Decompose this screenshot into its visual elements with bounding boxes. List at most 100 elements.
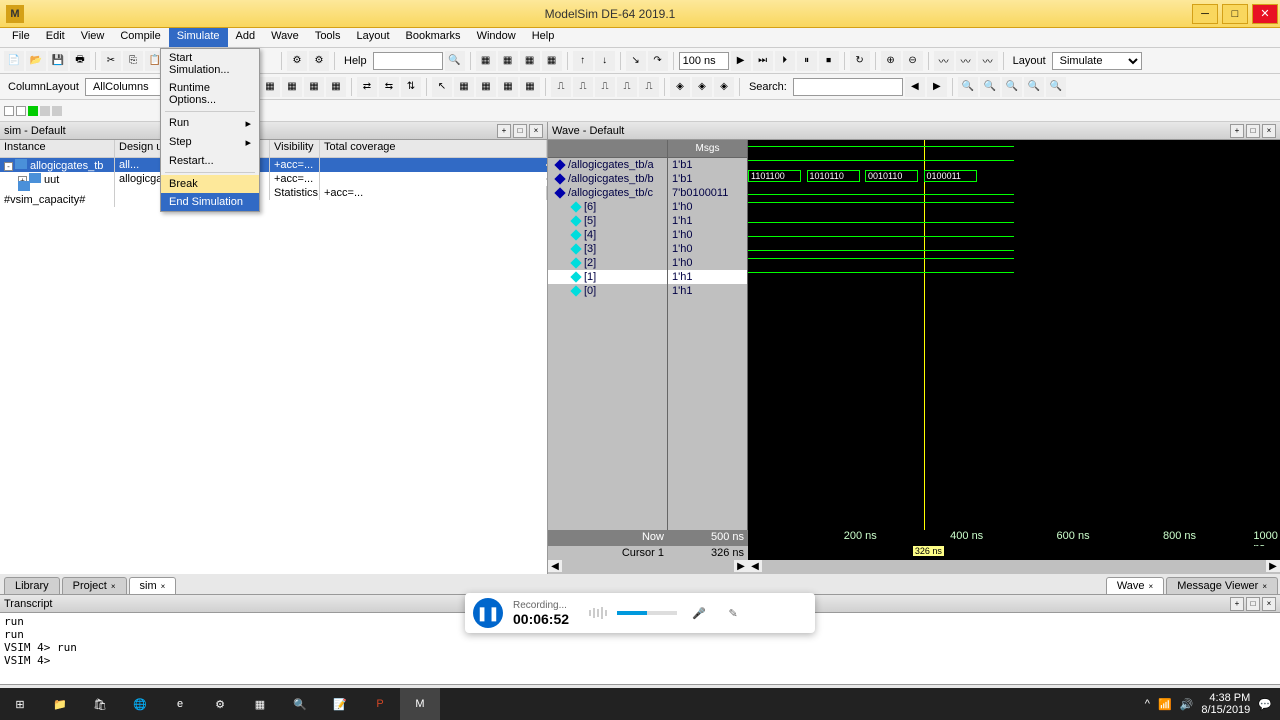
- wave-icon[interactable]: 〰: [956, 51, 976, 71]
- run-icon[interactable]: ▶: [731, 51, 751, 71]
- wave-plot-area[interactable]: 1101100101011000101100100011: [748, 140, 1280, 530]
- wave-signal-row[interactable]: [0]: [548, 284, 667, 298]
- cursor-marker[interactable]: 326 ns: [913, 546, 944, 556]
- sim-tree-row[interactable]: #vsim_capacity#CapacityStatistics+acc=..…: [0, 186, 547, 200]
- panel-max-icon[interactable]: □: [513, 124, 527, 138]
- menu-edit[interactable]: Edit: [38, 28, 73, 47]
- zoom-in-icon[interactable]: 🔍: [958, 77, 978, 97]
- panel-max-icon[interactable]: □: [1246, 124, 1260, 138]
- up-icon[interactable]: ↑: [573, 51, 593, 71]
- start-button[interactable]: ⊞: [0, 688, 40, 720]
- menu-break[interactable]: Break: [161, 175, 259, 193]
- close-button[interactable]: ✕: [1252, 4, 1278, 24]
- tray-up-icon[interactable]: ^: [1145, 698, 1150, 710]
- menu-add[interactable]: Add: [228, 28, 264, 47]
- wave-icon[interactable]: 〰: [934, 51, 954, 71]
- panel-dock-icon[interactable]: +: [1230, 124, 1244, 138]
- menu-layout[interactable]: Layout: [349, 28, 398, 47]
- modelsim-taskbar-icon[interactable]: M: [400, 688, 440, 720]
- panel-max-icon[interactable]: □: [1246, 597, 1260, 611]
- app-icon[interactable]: ▦: [240, 688, 280, 720]
- wave-signal-row[interactable]: [3]: [548, 242, 667, 256]
- settings-icon[interactable]: ⚙: [200, 688, 240, 720]
- menu-runtime-options[interactable]: Runtime Options...: [161, 79, 259, 109]
- step-over-icon[interactable]: ↷: [648, 51, 668, 71]
- menu-compile[interactable]: Compile: [112, 28, 168, 47]
- tb-icon[interactable]: [16, 106, 26, 116]
- search-next-icon[interactable]: ▶: [927, 77, 947, 97]
- menu-wave[interactable]: Wave: [263, 28, 307, 47]
- copy-icon[interactable]: ⎘: [123, 51, 143, 71]
- tb-icon[interactable]: ⎍: [573, 77, 593, 97]
- menu-start-simulation[interactable]: Start Simulation...: [161, 49, 259, 79]
- search-prev-icon[interactable]: ◀: [905, 77, 925, 97]
- zoom-cursor-icon[interactable]: 🔍: [1024, 77, 1044, 97]
- wave-icon[interactable]: 〰: [978, 51, 998, 71]
- tb-icon[interactable]: ⇆: [379, 77, 399, 97]
- zoom-icon[interactable]: 🔍: [1046, 77, 1066, 97]
- menu-run[interactable]: Run: [161, 114, 259, 133]
- tb-icon[interactable]: ◈: [692, 77, 712, 97]
- panel-close-icon[interactable]: ×: [1262, 124, 1276, 138]
- store-icon[interactable]: 🛍: [80, 688, 120, 720]
- menu-bookmarks[interactable]: Bookmarks: [398, 28, 469, 47]
- menu-step[interactable]: Step: [161, 133, 259, 152]
- powerpoint-icon[interactable]: P: [360, 688, 400, 720]
- stop-icon[interactable]: ⏹: [819, 51, 839, 71]
- microphone-icon[interactable]: 🎤: [687, 601, 711, 625]
- continue-icon[interactable]: ⏵: [775, 51, 795, 71]
- tb-icon[interactable]: ▦: [498, 51, 518, 71]
- col-total-coverage[interactable]: Total coverage: [320, 140, 547, 157]
- down-icon[interactable]: ↓: [595, 51, 615, 71]
- recording-slider[interactable]: [617, 611, 677, 615]
- print-icon[interactable]: 🖶: [70, 51, 90, 71]
- pointer-icon[interactable]: ↖: [432, 77, 452, 97]
- tb-icon[interactable]: ⎍: [551, 77, 571, 97]
- maximize-button[interactable]: □: [1222, 4, 1248, 24]
- scroll-left-icon[interactable]: ◀: [748, 560, 762, 572]
- tb-icon[interactable]: ⎍: [617, 77, 637, 97]
- zoom-out-icon[interactable]: 🔍: [980, 77, 1000, 97]
- edit-icon[interactable]: ✎: [721, 601, 745, 625]
- run-all-icon[interactable]: ⏭: [753, 51, 773, 71]
- col-visibility[interactable]: Visibility: [270, 140, 320, 157]
- tray-network-icon[interactable]: 📶: [1158, 698, 1172, 711]
- notifications-icon[interactable]: 💬: [1258, 698, 1272, 711]
- open-icon[interactable]: 📂: [26, 51, 46, 71]
- chrome-icon[interactable]: 🌐: [120, 688, 160, 720]
- tab-sim[interactable]: sim×: [129, 577, 177, 594]
- tb-icon[interactable]: ⇄: [357, 77, 377, 97]
- scroll-right-icon[interactable]: ▶: [734, 560, 748, 572]
- tb-icon[interactable]: [40, 106, 50, 116]
- wave-signal-row[interactable]: [5]: [548, 214, 667, 228]
- tb-icon[interactable]: ▦: [520, 51, 540, 71]
- menu-view[interactable]: View: [73, 28, 113, 47]
- tb-icon[interactable]: ⇅: [401, 77, 421, 97]
- tb-icon[interactable]: ⎍: [595, 77, 615, 97]
- panel-dock-icon[interactable]: +: [1230, 597, 1244, 611]
- cursor-icon[interactable]: ⊕: [881, 51, 901, 71]
- help-search-input[interactable]: [373, 52, 443, 70]
- scroll-left-icon[interactable]: ◀: [548, 560, 562, 572]
- tb-icon[interactable]: ▦: [282, 77, 302, 97]
- cursor-icon[interactable]: ⊖: [903, 51, 923, 71]
- edge-icon[interactable]: e: [160, 688, 200, 720]
- tb-icon[interactable]: ◈: [714, 77, 734, 97]
- file-explorer-icon[interactable]: 📁: [40, 688, 80, 720]
- wave-signal-row[interactable]: /allogicgates_tb/a: [548, 158, 667, 172]
- wave-signal-row[interactable]: [4]: [548, 228, 667, 242]
- wave-signal-row[interactable]: /allogicgates_tb/b: [548, 172, 667, 186]
- tb-icon[interactable]: ▦: [304, 77, 324, 97]
- tb-icon[interactable]: ▦: [260, 77, 280, 97]
- wave-signal-row[interactable]: [2]: [548, 256, 667, 270]
- tb-icon[interactable]: ⎍: [639, 77, 659, 97]
- tb-icon[interactable]: ▦: [542, 51, 562, 71]
- tb-icon[interactable]: [4, 106, 14, 116]
- menu-simulate[interactable]: Simulate: [169, 28, 228, 47]
- tb-icon[interactable]: ▦: [498, 77, 518, 97]
- break-icon[interactable]: ⏸: [797, 51, 817, 71]
- menu-restart[interactable]: Restart...: [161, 152, 259, 170]
- restart-icon[interactable]: ↻: [850, 51, 870, 71]
- sim-tree-row[interactable]: -allogicgates_tball...DU Instance+acc=..…: [0, 158, 547, 172]
- search-icon[interactable]: 🔍: [280, 688, 320, 720]
